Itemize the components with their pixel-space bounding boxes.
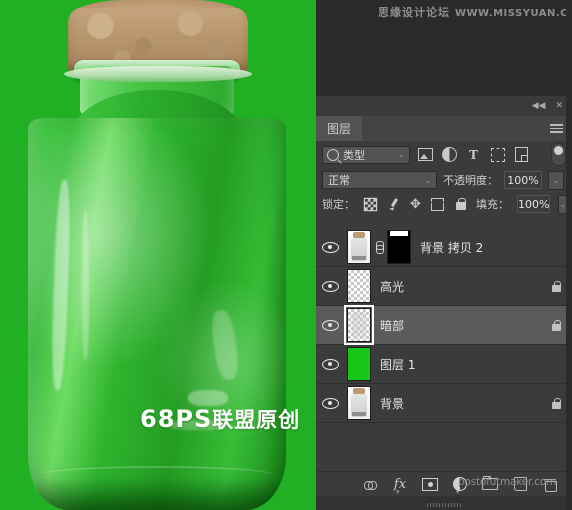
layer-thumbnail[interactable] (344, 305, 374, 345)
layer-name[interactable]: 背景 拷贝 2 (420, 239, 483, 256)
layer-filter-type-label: 类型 (343, 148, 365, 162)
blend-mode-select[interactable]: 正常 ⌄ (322, 171, 437, 189)
layers-panel: 思缘设计论坛 WWW.MISSYUAN.COM ◀◀ ✕ 图层 类型 ⌄ T (316, 0, 572, 510)
layer-filter-icons: T (418, 147, 529, 162)
layer-filter-type-select[interactable]: 类型 ⌄ (322, 145, 410, 164)
lock-transparent-pixels-icon[interactable] (363, 196, 378, 212)
lock-icon (552, 397, 562, 409)
table-row[interactable]: 暗部 (316, 305, 572, 345)
layer-lock-indicator (552, 319, 562, 331)
layers-list[interactable]: 背景 拷贝 2 高光 暗部 图层 1 背景 (316, 228, 572, 471)
eye-icon (321, 358, 339, 370)
lock-label: 锁定： (322, 198, 355, 211)
opacity-label: 不透明度： (443, 174, 498, 187)
add-layer-mask-button[interactable] (422, 476, 438, 492)
layer-thumbnail[interactable] (347, 269, 371, 303)
window-right-edge (566, 0, 572, 510)
chevron-down-icon: ⌄ (398, 150, 405, 159)
layer-thumbnail-group[interactable] (344, 386, 371, 420)
lock-all-icon[interactable] (453, 197, 468, 212)
lock-image-pixels-brush-icon[interactable] (386, 197, 401, 212)
canvas-watermark-cn: 联盟原创 (212, 408, 301, 432)
eye-icon (321, 241, 339, 253)
cork-band (64, 66, 252, 82)
layer-visibility-toggle[interactable] (316, 241, 344, 253)
new-layer-button[interactable] (512, 476, 528, 492)
layer-visibility-toggle[interactable] (316, 280, 344, 292)
layer-name[interactable]: 高光 (380, 278, 404, 295)
new-fill-adjustment-layer-button[interactable]: ▾ (452, 476, 468, 496)
eye-icon (321, 280, 339, 292)
collapse-panel-icon[interactable]: ◀◀ (532, 101, 546, 111)
eye-icon (321, 397, 339, 409)
table-row[interactable]: 高光 (316, 267, 572, 306)
layer-style-fx-button[interactable]: fx ▾ (392, 476, 408, 497)
layer-thumbnail-group[interactable] (344, 305, 374, 345)
layer-lock-indicator (552, 397, 562, 409)
filter-type-layers-icon[interactable]: T (466, 147, 481, 162)
layer-name[interactable]: 背景 (380, 395, 404, 412)
layer-name[interactable]: 图层 1 (380, 356, 415, 373)
layer-visibility-toggle[interactable] (316, 358, 344, 370)
site-watermark: 思缘设计论坛 WWW.MISSYUAN.COM (378, 4, 572, 20)
lock-row: 锁定： ✥ 填充： 100% ⌄ (316, 192, 572, 216)
highlight-streak (82, 210, 89, 360)
layer-visibility-toggle[interactable] (316, 319, 344, 331)
glass-jar-artwork (18, 0, 296, 510)
panel-tab-bar: 图层 (316, 116, 572, 141)
jar-base-shadow (36, 478, 278, 510)
site-watermark-url: WWW.MISSYUAN.COM (455, 8, 572, 19)
table-row[interactable]: 背景 (316, 384, 572, 423)
filter-smart-object-icon[interactable] (514, 147, 529, 162)
layer-name[interactable]: 暗部 (380, 317, 404, 334)
table-row[interactable]: 图层 1 (316, 345, 572, 384)
layer-lock-indicator (552, 280, 562, 292)
canvas-watermark: 68PS联盟原创 (140, 404, 300, 434)
mask-link-icon[interactable] (375, 240, 384, 254)
eye-icon (321, 319, 339, 331)
lock-artboard-nesting-icon[interactable] (429, 197, 446, 212)
table-row[interactable]: 背景 拷贝 2 (316, 228, 572, 267)
layer-visibility-toggle[interactable] (316, 397, 344, 409)
new-group-button[interactable] (482, 475, 498, 492)
layer-thumbnail[interactable] (347, 347, 371, 381)
document-canvas[interactable]: 68PS联盟原创 (0, 0, 316, 510)
canvas-watermark-brand: 68PS (140, 405, 213, 433)
link-layers-button[interactable] (362, 476, 378, 492)
opacity-stepper[interactable]: ⌄ (548, 170, 564, 190)
search-icon (327, 148, 339, 161)
layer-mask-thumbnail[interactable] (387, 230, 411, 264)
blend-mode-row: 正常 ⌄ 不透明度： 100% ⌄ (316, 168, 572, 192)
layer-thumbnail-group[interactable] (344, 347, 371, 381)
panel-menu-icon[interactable] (550, 124, 563, 133)
filter-adjustment-layers-icon[interactable] (442, 147, 457, 162)
layer-thumbnail-group[interactable] (344, 230, 411, 264)
filter-shape-layers-icon[interactable] (490, 147, 505, 162)
filter-enable-toggle[interactable] (551, 143, 566, 166)
fill-label: 填充： (476, 198, 509, 211)
layers-panel-footer: fx ▾ ▾ (316, 471, 572, 496)
layer-thumbnail[interactable] (347, 386, 371, 420)
panel-resize-grip[interactable] (427, 503, 461, 507)
filter-pixel-layers-icon[interactable] (418, 147, 433, 162)
opacity-input[interactable]: 100% (504, 171, 542, 189)
layer-thumbnail[interactable] (347, 230, 371, 264)
lock-icon (552, 280, 562, 292)
layer-thumbnail-group[interactable] (344, 269, 371, 303)
chevron-down-icon: ⌄ (424, 175, 431, 185)
delete-layer-button[interactable] (542, 476, 558, 492)
tab-layers[interactable]: 图层 (316, 116, 363, 141)
panel-title-bar: ◀◀ ✕ (316, 96, 572, 116)
layers-panel-body: 类型 ⌄ T 正常 ⌄ 不透明度： 100% ⌄ 锁定： ✥ 填充： 100% … (316, 141, 572, 471)
lock-position-move-icon[interactable]: ✥ (409, 198, 422, 211)
blend-mode-value: 正常 (328, 174, 350, 187)
lock-icons: ✥ (363, 196, 468, 212)
layer-filter-row: 类型 ⌄ T (316, 141, 572, 168)
fill-input[interactable]: 100% (517, 195, 551, 213)
close-panel-icon[interactable]: ✕ (555, 101, 563, 111)
lock-icon (552, 319, 562, 331)
site-watermark-forum: 思缘设计论坛 (378, 6, 450, 19)
photoshop-window: 68PS联盟原创 思缘设计论坛 WWW.MISSYUAN.COM ◀◀ ✕ 图层 … (0, 0, 572, 510)
